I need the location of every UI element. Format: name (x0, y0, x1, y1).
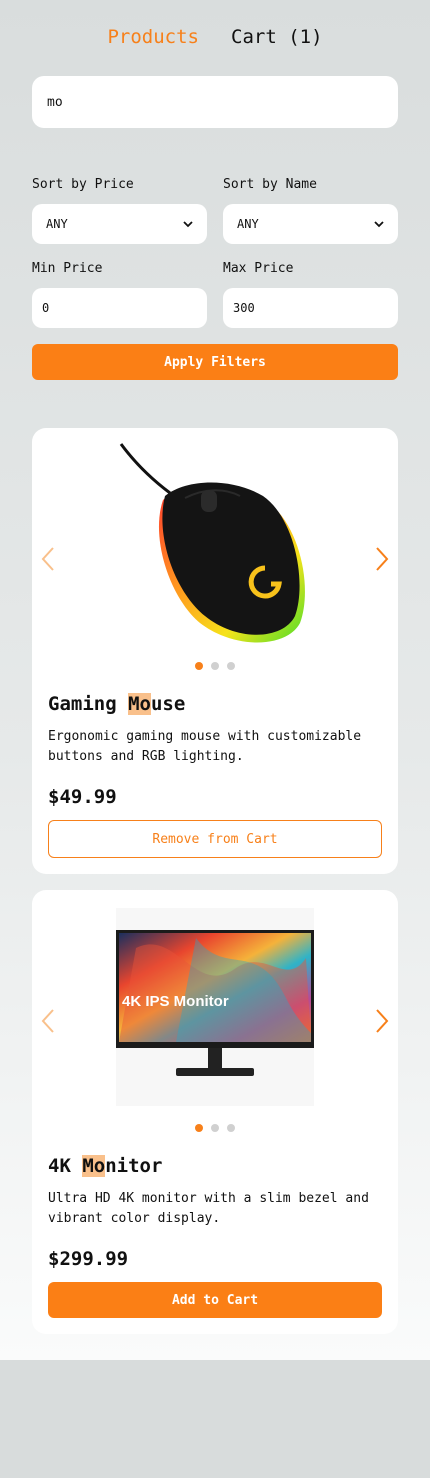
image-pagination (32, 662, 398, 670)
image-pagination (32, 1124, 398, 1132)
chevron-right-icon[interactable] (374, 546, 390, 572)
product-card: 4K IPS Monitor 4K Monitor Ultra HD 4K mo… (32, 890, 398, 1334)
product-title: Gaming Mouse (48, 693, 186, 715)
min-price-label: Min Price (32, 261, 103, 276)
search-highlight: Mo (128, 693, 151, 715)
product-price: $299.99 (48, 1248, 129, 1270)
sort-price-label: Sort by Price (32, 177, 134, 192)
pagination-dot[interactable] (211, 662, 219, 670)
max-price-input[interactable]: 300 (223, 288, 398, 328)
sort-price-value: ANY (46, 217, 68, 231)
sort-name-value: ANY (237, 217, 259, 231)
product-card: Gaming Mouse Ergonomic gaming mouse with… (32, 428, 398, 874)
product-description: Ergonomic gaming mouse with customizable… (48, 729, 362, 764)
pagination-dot[interactable] (211, 1124, 219, 1132)
chevron-down-icon (374, 221, 384, 228)
pagination-dot[interactable] (195, 1124, 203, 1132)
monitor-caption: 4K IPS Monitor (122, 993, 229, 1010)
sort-name-label: Sort by Name (223, 177, 317, 192)
product-title: 4K Monitor (48, 1155, 163, 1177)
chevron-right-icon[interactable] (374, 1008, 390, 1034)
max-price-value: 300 (233, 301, 255, 315)
apply-filters-button[interactable]: Apply Filters (32, 344, 398, 380)
nav-products-link[interactable]: Products (107, 26, 199, 48)
min-price-input[interactable]: 0 (32, 288, 207, 328)
pagination-dot[interactable] (195, 662, 203, 670)
remove-from-cart-button[interactable]: Remove from Cart (48, 820, 382, 858)
product-image-mouse (119, 443, 305, 643)
top-nav: Products Cart (1) (0, 26, 430, 48)
sort-price-select[interactable]: ANY (32, 204, 207, 244)
product-price: $49.99 (48, 786, 117, 808)
add-to-cart-button[interactable]: Add to Cart (48, 1282, 382, 1318)
max-price-label: Max Price (223, 261, 294, 276)
chevron-down-icon (183, 221, 193, 228)
app-background: Products Cart (1) Sort by Price Sort by … (0, 0, 430, 1360)
product-image-monitor: 4K IPS Monitor (116, 908, 314, 1106)
chevron-left-icon[interactable] (40, 546, 56, 572)
min-price-value: 0 (42, 301, 50, 315)
sort-name-select[interactable]: ANY (223, 204, 398, 244)
chevron-left-icon[interactable] (40, 1008, 56, 1034)
nav-cart-link[interactable]: Cart (1) (231, 26, 323, 48)
pagination-dot[interactable] (227, 1124, 235, 1132)
search-highlight: Mo (82, 1155, 106, 1177)
search-input[interactable] (32, 76, 398, 128)
pagination-dot[interactable] (227, 662, 235, 670)
product-description: Ultra HD 4K monitor with a slim bezel an… (48, 1191, 369, 1226)
